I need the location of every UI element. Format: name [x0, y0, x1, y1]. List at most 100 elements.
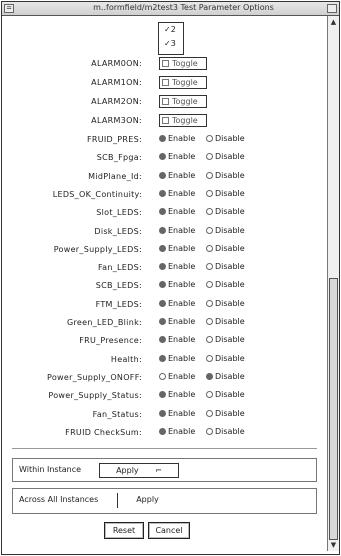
option-label: Power_Supply_Status:: [48, 391, 142, 401]
enable-label: Enable: [168, 207, 196, 217]
radio-dot-icon: [206, 318, 213, 325]
disable-label: Disable: [215, 317, 245, 326]
option-label: Disk_LEDS:: [94, 226, 142, 236]
enable-label: Enable: [168, 426, 196, 436]
disable-radio[interactable]: Disable: [206, 372, 245, 381]
enable-radio[interactable]: Enable: [159, 189, 195, 198]
disable-radio[interactable]: Disable: [206, 409, 245, 418]
disable-label: Disable: [215, 225, 245, 235]
across-instances-apply-button[interactable]: Apply: [117, 493, 177, 508]
scrollbar-thumb[interactable]: [329, 278, 338, 540]
disable-radio[interactable]: Disable: [206, 280, 245, 289]
top-list-box: ✓2 ✓3: [158, 22, 184, 55]
radio-row: Health: Enable Disable: [2, 353, 322, 369]
option-label: Fan_LEDS:: [98, 263, 142, 273]
disable-radio[interactable]: Disable: [206, 390, 245, 399]
disable-radio[interactable]: Disable: [206, 207, 245, 216]
radio-dot-icon: [206, 299, 213, 307]
enable-radio[interactable]: Enable: [159, 299, 195, 308]
vertical-scrollbar[interactable]: ▲ ▼: [327, 16, 339, 551]
toggle-checkbox[interactable]: Toggle: [159, 114, 207, 127]
checkmark-icon: ✓: [164, 39, 171, 48]
radio-row: FRUID_PRES: Enable Disable: [2, 133, 322, 149]
enable-label: Enable: [168, 298, 196, 308]
enable-label: Enable: [168, 152, 196, 162]
disable-label: Disable: [215, 134, 245, 143]
disable-radio[interactable]: Disable: [206, 244, 245, 253]
option-label: LEDS_OK_Continuity:: [52, 189, 142, 199]
disable-radio[interactable]: Disable: [206, 226, 245, 235]
disable-label: Disable: [215, 262, 245, 272]
disable-label: Disable: [215, 371, 245, 381]
disable-radio[interactable]: Disable: [206, 427, 245, 436]
cancel-button[interactable]: Cancel: [148, 522, 190, 539]
enable-radio[interactable]: Enable: [159, 335, 195, 344]
radio-dot-icon: [159, 263, 166, 271]
radio-row: Power_Supply_LEDS: Enable Disable: [2, 243, 322, 259]
enable-radio[interactable]: Enable: [159, 280, 195, 289]
radio-dot-icon: [206, 171, 213, 179]
option-label: Fan_Status:: [92, 409, 142, 419]
enable-radio[interactable]: Enable: [159, 262, 195, 271]
enable-label: Enable: [168, 134, 196, 143]
list-item[interactable]: ✓2: [164, 25, 176, 34]
enable-radio[interactable]: Enable: [159, 354, 195, 363]
enable-radio[interactable]: Enable: [159, 152, 195, 161]
within-instance-apply-button[interactable]: Apply ⌐: [99, 463, 179, 478]
radio-row: Slot_LEDS: Enable Disable: [2, 206, 322, 222]
radio-dot-icon: [159, 244, 166, 252]
radio-dot-icon: [159, 354, 166, 362]
radio-dot-icon: [206, 244, 213, 252]
alarm-label: ALARM1ON:: [91, 78, 142, 87]
disable-radio[interactable]: Disable: [206, 262, 245, 271]
option-label: Slot_LEDS:: [96, 208, 142, 218]
radio-dot-icon: [206, 336, 213, 344]
toggle-checkbox[interactable]: Toggle: [159, 57, 207, 70]
enable-radio[interactable]: Enable: [159, 390, 195, 399]
disable-radio[interactable]: Disable: [206, 171, 245, 180]
disable-radio[interactable]: Disable: [206, 189, 245, 198]
enable-label: Enable: [168, 353, 196, 363]
radio-dot-icon: [159, 171, 166, 179]
alarm-row: ALARM0ON: Toggle: [2, 57, 322, 73]
enable-radio[interactable]: Enable: [159, 134, 195, 143]
enable-radio[interactable]: Enable: [159, 372, 195, 381]
radio-dot-icon: [159, 208, 166, 216]
disable-label: Disable: [215, 170, 245, 180]
across-instances-panel: Across All Instances Apply: [12, 488, 317, 514]
radio-dot-icon: [159, 318, 166, 325]
enable-radio[interactable]: Enable: [159, 226, 195, 235]
radio-row: SCB_LEDS: Enable Disable: [2, 279, 322, 295]
toggle-checkbox[interactable]: Toggle: [159, 76, 207, 89]
window-menu-button[interactable]: =: [4, 4, 14, 13]
enable-label: Enable: [168, 170, 196, 180]
disable-label: Disable: [215, 298, 245, 308]
reset-button[interactable]: Reset: [104, 522, 144, 539]
maximize-button[interactable]: [327, 4, 337, 13]
list-item[interactable]: ✓3: [164, 39, 176, 48]
radio-dot-icon: [159, 391, 166, 399]
enable-radio[interactable]: Enable: [159, 409, 195, 418]
enable-radio[interactable]: Enable: [159, 244, 195, 253]
disable-radio[interactable]: Disable: [206, 152, 245, 161]
disable-radio[interactable]: Disable: [206, 354, 245, 363]
enable-radio[interactable]: Enable: [159, 317, 195, 326]
enable-label: Enable: [168, 317, 196, 326]
scroll-up-icon[interactable]: ▲: [329, 17, 338, 27]
disable-radio[interactable]: Disable: [206, 299, 245, 308]
option-label: FRUID CheckSum:: [65, 427, 142, 437]
enable-radio[interactable]: Enable: [159, 207, 195, 216]
radio-row: Fan_Status: Enable Disable: [2, 408, 322, 424]
option-label: MidPlane_Id:: [88, 171, 142, 181]
enable-radio[interactable]: Enable: [159, 171, 195, 180]
toggle-checkbox[interactable]: Toggle: [159, 95, 207, 108]
within-instance-label: Within Instance: [19, 465, 82, 474]
radio-dot-icon: [206, 226, 213, 234]
scroll-down-icon[interactable]: ▼: [329, 540, 338, 550]
enable-label: Enable: [168, 280, 196, 290]
disable-radio[interactable]: Disable: [206, 335, 245, 344]
disable-radio[interactable]: Disable: [206, 134, 245, 143]
disable-radio[interactable]: Disable: [206, 317, 245, 326]
enable-radio[interactable]: Enable: [159, 427, 195, 436]
enable-label: Enable: [168, 188, 196, 198]
